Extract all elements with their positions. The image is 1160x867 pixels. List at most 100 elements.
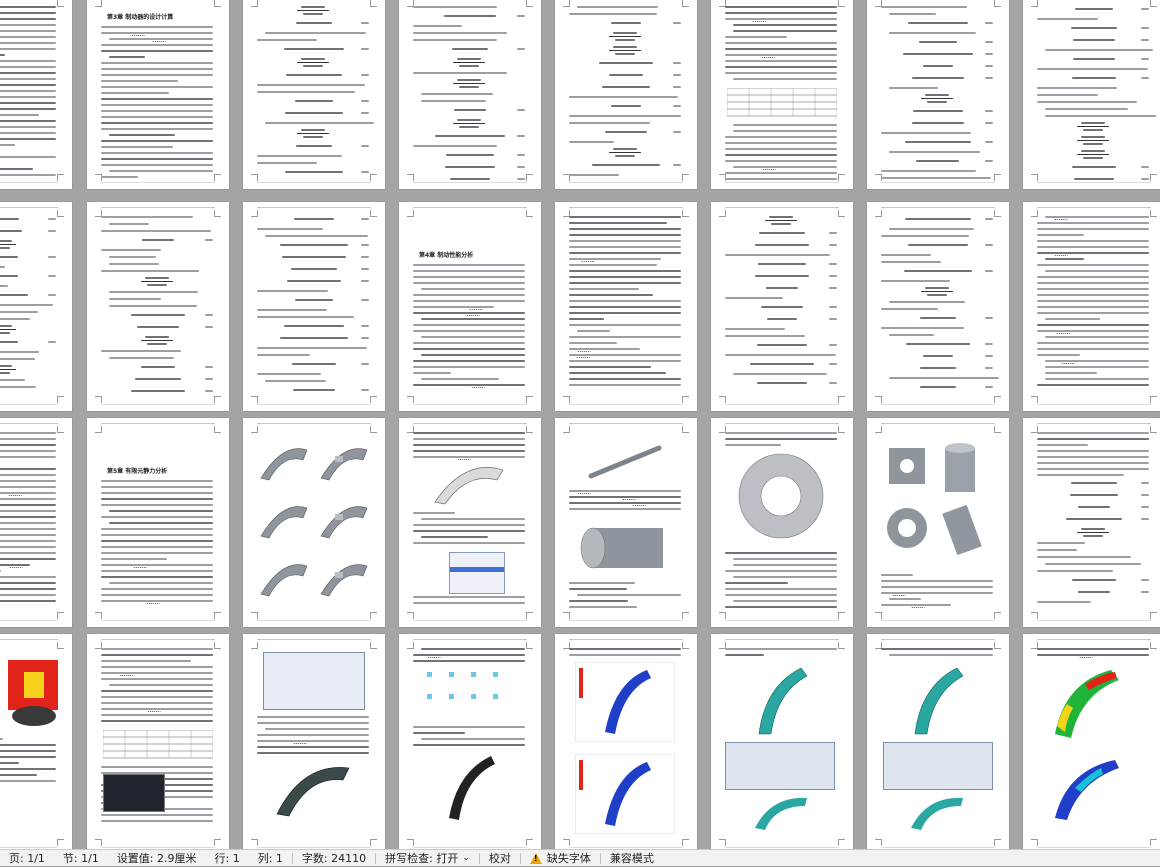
page-thumbnail[interactable]	[399, 634, 541, 849]
page-thumbnail[interactable]	[867, 634, 1009, 849]
text-line	[0, 138, 56, 140]
page-thumbnail[interactable]	[1023, 418, 1160, 627]
fraction-denominator	[771, 223, 791, 225]
fraction-numerator	[457, 58, 481, 60]
text-line	[413, 72, 508, 74]
page-thumbnail[interactable]	[555, 202, 697, 411]
formula	[282, 256, 346, 258]
page-thumbnail[interactable]	[867, 202, 1009, 411]
page-thumbnail[interactable]	[867, 418, 1009, 627]
text-line	[101, 654, 213, 656]
page-thumbnail[interactable]	[399, 418, 541, 627]
text-line	[569, 13, 657, 15]
page-thumbnail[interactable]	[867, 0, 1009, 189]
text-line	[0, 456, 56, 458]
missing-font-button[interactable]: 缺失字体	[521, 850, 600, 867]
page-thumbnail[interactable]	[0, 202, 72, 411]
margin-corner-mark	[214, 426, 221, 433]
page-footer-rule	[569, 847, 683, 848]
equation-number	[48, 256, 56, 258]
margin-corner-mark	[95, 839, 102, 846]
spell-error-underline	[133, 566, 148, 568]
word-count[interactable]: 字数: 24110	[293, 850, 375, 867]
page-indicator[interactable]: 页: 1/1	[0, 850, 54, 867]
formula	[905, 141, 971, 143]
spell-check-toggle[interactable]: 拼写检查: 打开 ⌄	[376, 850, 479, 867]
page-footer-rule	[569, 620, 683, 621]
page-thumbnail[interactable]	[0, 634, 72, 849]
page-header-rule	[413, 207, 527, 208]
node	[427, 694, 432, 699]
margin-corner-mark	[994, 642, 1001, 649]
page-thumbnail[interactable]	[555, 418, 697, 627]
page-thumbnail[interactable]	[0, 0, 72, 189]
equation-number	[205, 366, 213, 368]
text-line	[257, 309, 327, 311]
text-line	[413, 6, 497, 8]
page-thumbnail[interactable]	[243, 0, 385, 189]
text-line	[881, 132, 971, 134]
row-indicator[interactable]: 行: 1	[206, 850, 249, 867]
column-indicator[interactable]: 列: 1	[249, 850, 292, 867]
text-line	[257, 316, 355, 318]
teal-shoe	[911, 797, 963, 830]
page-thumbnail[interactable]: 第4章 制动性能分析	[399, 202, 541, 411]
page-thumbnail[interactable]	[711, 418, 853, 627]
page-thumbnail[interactable]	[711, 0, 853, 189]
teal-mesh-2	[755, 797, 807, 830]
formula	[610, 105, 642, 107]
page-footer-rule	[257, 847, 371, 848]
page-thumbnail[interactable]	[243, 202, 385, 411]
spell-error-underline	[8, 494, 23, 496]
text-line	[101, 534, 213, 536]
page-thumbnail[interactable]	[87, 202, 229, 411]
page-thumbnail[interactable]	[0, 418, 72, 627]
text-line	[0, 540, 56, 542]
equation-number	[829, 363, 837, 365]
fraction-bar	[453, 62, 485, 63]
page-thumbnail[interactable]	[1023, 202, 1160, 411]
text-line	[733, 373, 828, 375]
page-footer-rule	[725, 404, 839, 405]
page-thumbnail[interactable]	[1023, 634, 1160, 849]
stress-contour-2	[1055, 760, 1119, 820]
teal-shoe	[758, 667, 808, 735]
equation-number	[205, 239, 213, 241]
page-footer-rule	[725, 847, 839, 848]
fraction-bar	[609, 36, 641, 37]
page-thumbnail[interactable]	[243, 634, 385, 849]
fraction-numerator	[301, 58, 325, 60]
page-thumbnail[interactable]	[1023, 0, 1160, 189]
margin-corner-mark	[370, 0, 377, 7]
page-thumbnail[interactable]	[555, 0, 697, 189]
formula	[904, 270, 972, 272]
text-line	[265, 380, 327, 382]
equation-number	[361, 145, 369, 147]
page-thumbnail[interactable]	[555, 634, 697, 849]
spell-error-underline	[1061, 362, 1075, 364]
formula	[1070, 482, 1118, 484]
text-line	[1037, 240, 1149, 242]
page-thumbnail[interactable]	[711, 634, 853, 849]
section-indicator[interactable]: 节: 1/1	[54, 850, 108, 867]
text-line	[733, 124, 837, 126]
page-footer-rule	[1037, 620, 1151, 621]
text-line	[265, 122, 375, 124]
text-line	[0, 304, 53, 306]
text-line	[881, 580, 993, 582]
fraction-denominator	[147, 343, 167, 345]
page-thumbnail[interactable]	[87, 634, 229, 849]
text-line	[101, 146, 173, 148]
text-line	[1037, 570, 1114, 572]
position-indicator[interactable]: 设置值: 2.9厘米	[108, 850, 206, 867]
equation-number	[205, 326, 213, 328]
page-thumbnail[interactable]	[711, 202, 853, 411]
page-thumbnail[interactable]: 第5章 有限元静力分析	[87, 418, 229, 627]
page-thumbnail[interactable]	[243, 418, 385, 627]
proofread-button[interactable]: 校对	[480, 850, 520, 867]
fraction-bar	[141, 340, 173, 341]
page-thumbnail[interactable]	[399, 0, 541, 189]
margin-corner-mark	[370, 839, 377, 846]
page-thumbnail[interactable]: 第3章 制动器的设计计算	[87, 0, 229, 189]
text-line	[0, 132, 56, 134]
